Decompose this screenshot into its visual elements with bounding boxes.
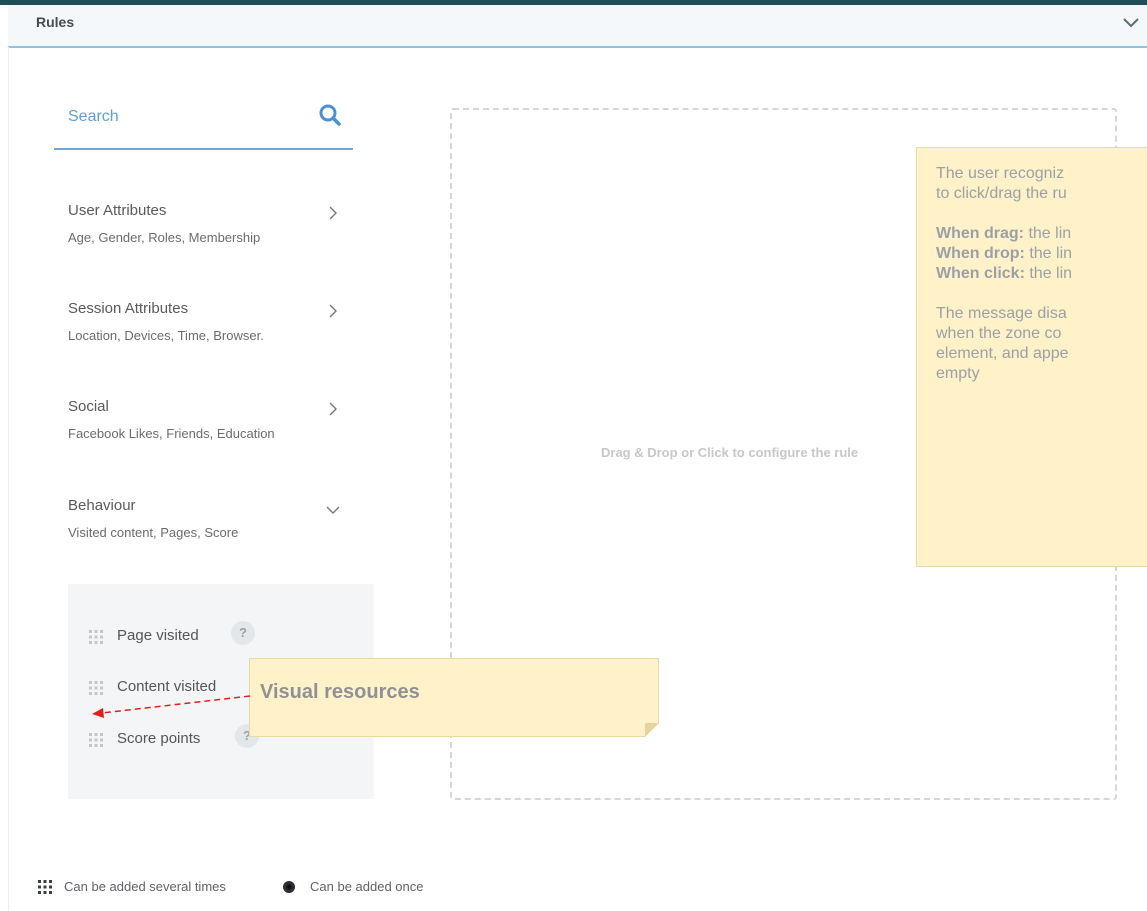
help-icon[interactable]: ? — [231, 621, 255, 645]
legend-label-once: Can be added once — [310, 879, 424, 894]
note-text: the lin — [1024, 245, 1073, 262]
note-text: the lin — [1024, 265, 1073, 282]
chevron-down-icon[interactable] — [1122, 17, 1140, 29]
chevron-right-icon — [329, 206, 337, 220]
category-subtitle: Visited content, Pages, Score — [68, 525, 239, 540]
rule-item-label: Score points — [117, 730, 201, 747]
category-subtitle: Age, Gender, Roles, Membership — [68, 230, 261, 245]
note-line: The user recogniz — [936, 165, 1065, 182]
dot-icon — [283, 881, 295, 893]
drag-handle-icon[interactable] — [88, 629, 104, 645]
annotation-note-visual-resources: Visual resources — [249, 658, 659, 737]
note-label: When drag: — [936, 225, 1024, 242]
drag-handle-icon — [38, 880, 52, 894]
chevron-right-icon — [329, 402, 337, 416]
search-input[interactable] — [66, 103, 300, 131]
rule-item-label: Page visited — [117, 627, 199, 644]
category-title: Social — [68, 398, 109, 415]
note-line-drop: When drop: the lin — [936, 244, 1147, 264]
category-title: User Attributes — [68, 202, 167, 219]
search-icon[interactable] — [318, 103, 342, 127]
note-line-click: When click: the lin — [936, 264, 1147, 284]
note-line: element, and appe — [936, 345, 1069, 362]
category-title: Session Attributes — [68, 300, 189, 317]
panel-title: Rules — [36, 14, 75, 30]
category-user-attributes[interactable]: User Attributes Age, Gender, Roles, Memb… — [68, 202, 358, 257]
page-fold-icon — [645, 723, 659, 737]
drop-zone-message: Drag & Drop or Click to configure the ru… — [601, 445, 859, 460]
note-label: When drop: — [936, 245, 1025, 262]
chevron-right-icon — [329, 304, 337, 318]
category-social[interactable]: Social Facebook Likes, Friends, Educatio… — [68, 398, 358, 453]
category-behaviour[interactable]: Behaviour Visited content, Pages, Score — [68, 497, 358, 552]
drag-handle-icon[interactable] — [88, 732, 104, 748]
category-session-attributes[interactable]: Session Attributes Location, Devices, Ti… — [68, 300, 358, 355]
note-line: The message disa — [936, 305, 1067, 322]
search-box — [54, 95, 353, 150]
annotation-note-interaction: The user recogniz to click/drag the ru W… — [916, 147, 1147, 567]
annotation-arrow — [92, 695, 251, 718]
category-subtitle: Location, Devices, Time, Browser. — [68, 328, 264, 343]
note-line: to click/drag the ru — [936, 185, 1067, 202]
chevron-down-icon — [326, 506, 340, 514]
category-subtitle: Facebook Likes, Friends, Education — [68, 426, 275, 441]
rules-panel-header[interactable]: Rules — [8, 5, 1147, 48]
rule-item-label: Content visited — [117, 678, 217, 695]
note-line-drag: When drag: the lin — [936, 224, 1147, 244]
annotation-text: Visual resources — [260, 681, 420, 703]
category-title: Behaviour — [68, 497, 136, 514]
note-text: the lin — [1024, 225, 1072, 242]
legend-label-several: Can be added several times — [64, 879, 226, 894]
rule-item-page-visited[interactable]: Page visited ? — [88, 621, 288, 649]
note-line: when the zone co — [936, 325, 1062, 342]
note-label: When click: — [936, 265, 1025, 282]
note-line: empty — [936, 365, 980, 382]
